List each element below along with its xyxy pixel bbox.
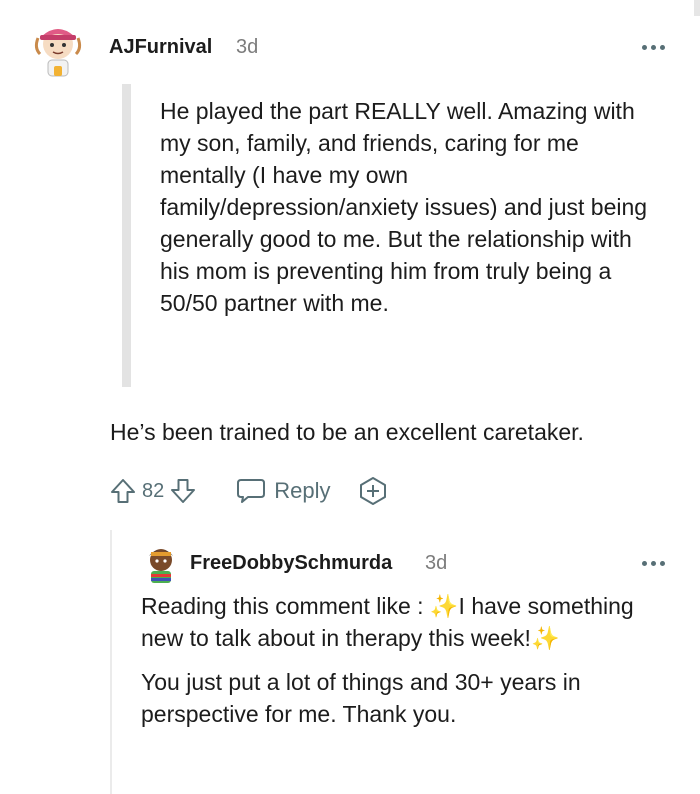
speech-bubble-icon [237, 479, 266, 503]
quote-bar [122, 84, 131, 387]
scrollbar-thumb[interactable] [694, 0, 700, 16]
reply-avatar[interactable] [143, 544, 179, 584]
reply-timestamp: 3d [425, 552, 448, 574]
reply-author[interactable]: FreeDobbySchmurda [190, 552, 392, 575]
vote-score: 82 [142, 479, 165, 502]
more-options-button[interactable] [638, 40, 668, 54]
reply-text-part: Reading this comment like : [141, 593, 430, 619]
ellipsis-icon [641, 560, 647, 566]
reply-button[interactable]: Reply [236, 477, 331, 505]
comment-body: He’s been trained to be an excellent car… [110, 419, 584, 445]
comment-timestamp: 3d [236, 36, 259, 58]
upvote-button[interactable] [106, 474, 140, 508]
quoted-text: He played the part REALLY well. Amazing … [160, 98, 648, 316]
downvote-button[interactable] [166, 474, 200, 508]
award-button[interactable] [357, 475, 389, 507]
reply-paragraph: Reading this comment like : ✨I have some… [141, 590, 681, 654]
comment-author[interactable]: AJFurnival [109, 36, 212, 59]
arrow-up-icon [111, 479, 135, 503]
award-plus-icon [359, 477, 386, 505]
arrow-down-icon [171, 479, 196, 503]
sparkles-emoji-icon: ✨ [429, 593, 459, 619]
ellipsis-icon [641, 44, 647, 50]
reply-label: Reply [274, 478, 331, 503]
comment-actions: 82 Reply [106, 471, 389, 511]
sparkles-emoji-icon: ✨ [530, 625, 560, 651]
reply-body: Reading this comment like : ✨I have some… [141, 590, 681, 742]
avatar[interactable] [30, 18, 86, 80]
reply-more-options-button[interactable] [638, 556, 668, 570]
thread-line[interactable] [110, 530, 112, 794]
reply-paragraph: You just put a lot of things and 30+ yea… [141, 669, 581, 727]
